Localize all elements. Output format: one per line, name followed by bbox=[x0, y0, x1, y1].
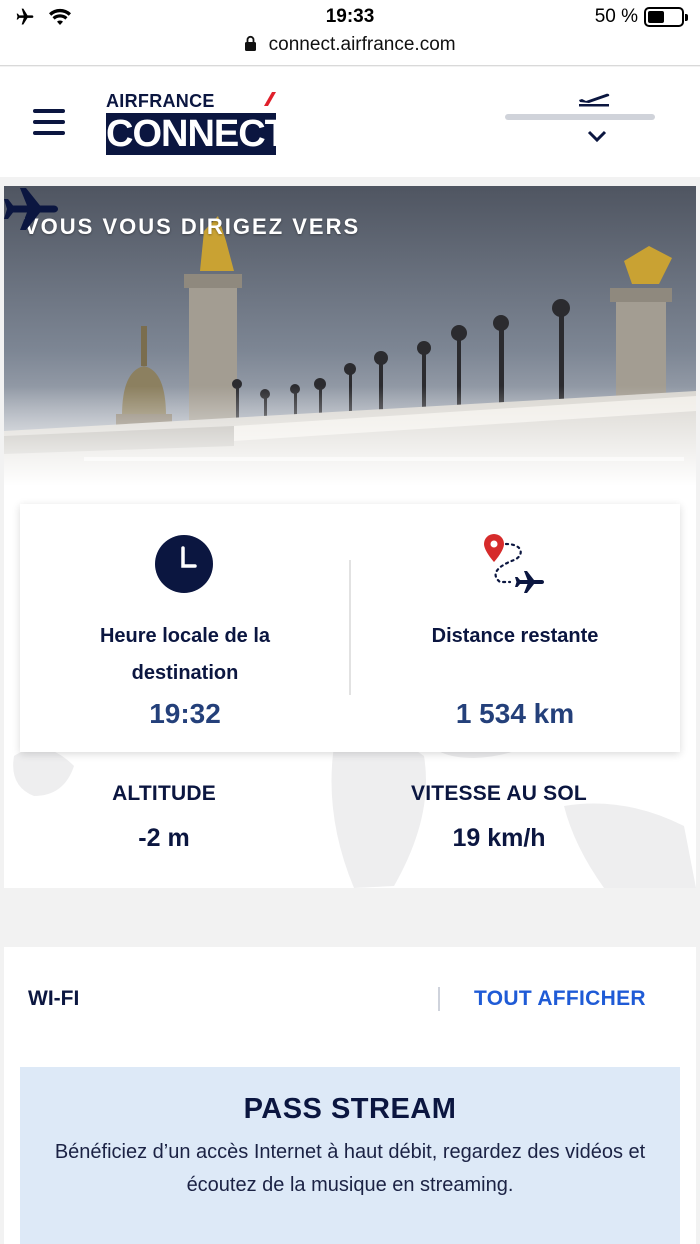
local-time-stat: Heure locale de la destination 19:32 bbox=[20, 504, 350, 752]
ground-speed-metric: VITESSE AU SOL 19 km/h bbox=[334, 782, 664, 853]
pass-stream-card[interactable]: PASS STREAM Bénéficiez d’un accès Intern… bbox=[20, 1067, 680, 1244]
airfrance-connect-logo[interactable]: AIRFRANCE CONNECT bbox=[106, 91, 288, 155]
show-all-link[interactable]: TOUT AFFICHER bbox=[474, 987, 646, 1011]
hero-progress-track bbox=[84, 457, 684, 461]
app-header: AIRFRANCE CONNECT bbox=[0, 67, 700, 177]
url-text: connect.airfrance.com bbox=[268, 34, 456, 55]
plane-icon bbox=[4, 188, 58, 230]
distance-stat: Distance restante 1 534 km bbox=[350, 504, 680, 752]
chevron-down-icon bbox=[587, 130, 607, 143]
ground-speed-label: VITESSE AU SOL bbox=[411, 782, 587, 805]
airfrance-slash-icon bbox=[264, 92, 276, 106]
logo-top-text: AIRFRANCE bbox=[106, 91, 215, 111]
clock-icon bbox=[155, 535, 213, 593]
menu-button[interactable] bbox=[33, 109, 65, 135]
takeoff-plane-icon bbox=[579, 93, 610, 107]
battery-icon bbox=[644, 7, 688, 27]
battery-percentage: 50 % bbox=[594, 6, 638, 27]
route-distance-icon bbox=[484, 534, 544, 593]
pass-stream-title: PASS STREAM bbox=[243, 1093, 457, 1125]
flight-stats-box: Heure locale de la destination 19:32 Dis… bbox=[20, 504, 680, 752]
status-bar: 19:33 50 % bbox=[0, 0, 700, 34]
flight-info-card: VOUS VOUS DIRIGEZ VERS Heure locale de l… bbox=[4, 186, 696, 888]
local-time-label: Heure locale de la destination bbox=[99, 625, 271, 684]
wifi-header-divider bbox=[438, 987, 440, 1011]
wifi-section: WI-FI TOUT AFFICHER PASS STREAM Bénéfici… bbox=[4, 947, 696, 1244]
status-right: 50 % bbox=[594, 6, 688, 28]
menu-icon bbox=[33, 109, 65, 113]
wifi-section-title: WI-FI bbox=[28, 987, 80, 1010]
altitude-metric: ALTITUDE -2 m bbox=[4, 782, 324, 853]
lock-icon bbox=[244, 35, 257, 58]
pass-stream-description: Bénéficiez d’un accès Internet à haut dé… bbox=[54, 1141, 646, 1196]
url-bar[interactable]: connect.airfrance.com bbox=[0, 34, 700, 66]
altitude-label: ALTITUDE bbox=[112, 782, 216, 805]
logo-bottom-text: CONNECT bbox=[106, 113, 288, 155]
destination-hero-image: VOUS VOUS DIRIGEZ VERS bbox=[4, 186, 696, 486]
distance-label: Distance restante bbox=[431, 625, 599, 647]
ground-speed-value: 19 km/h bbox=[452, 824, 546, 852]
flight-progress-widget[interactable] bbox=[505, 87, 655, 149]
altitude-value: -2 m bbox=[138, 824, 190, 852]
local-time-value: 19:32 bbox=[149, 698, 221, 729]
hero-title: VOUS VOUS DIRIGEZ VERS bbox=[24, 214, 361, 239]
distance-value: 1 534 km bbox=[455, 698, 575, 729]
flight-progress-bar bbox=[505, 114, 655, 120]
